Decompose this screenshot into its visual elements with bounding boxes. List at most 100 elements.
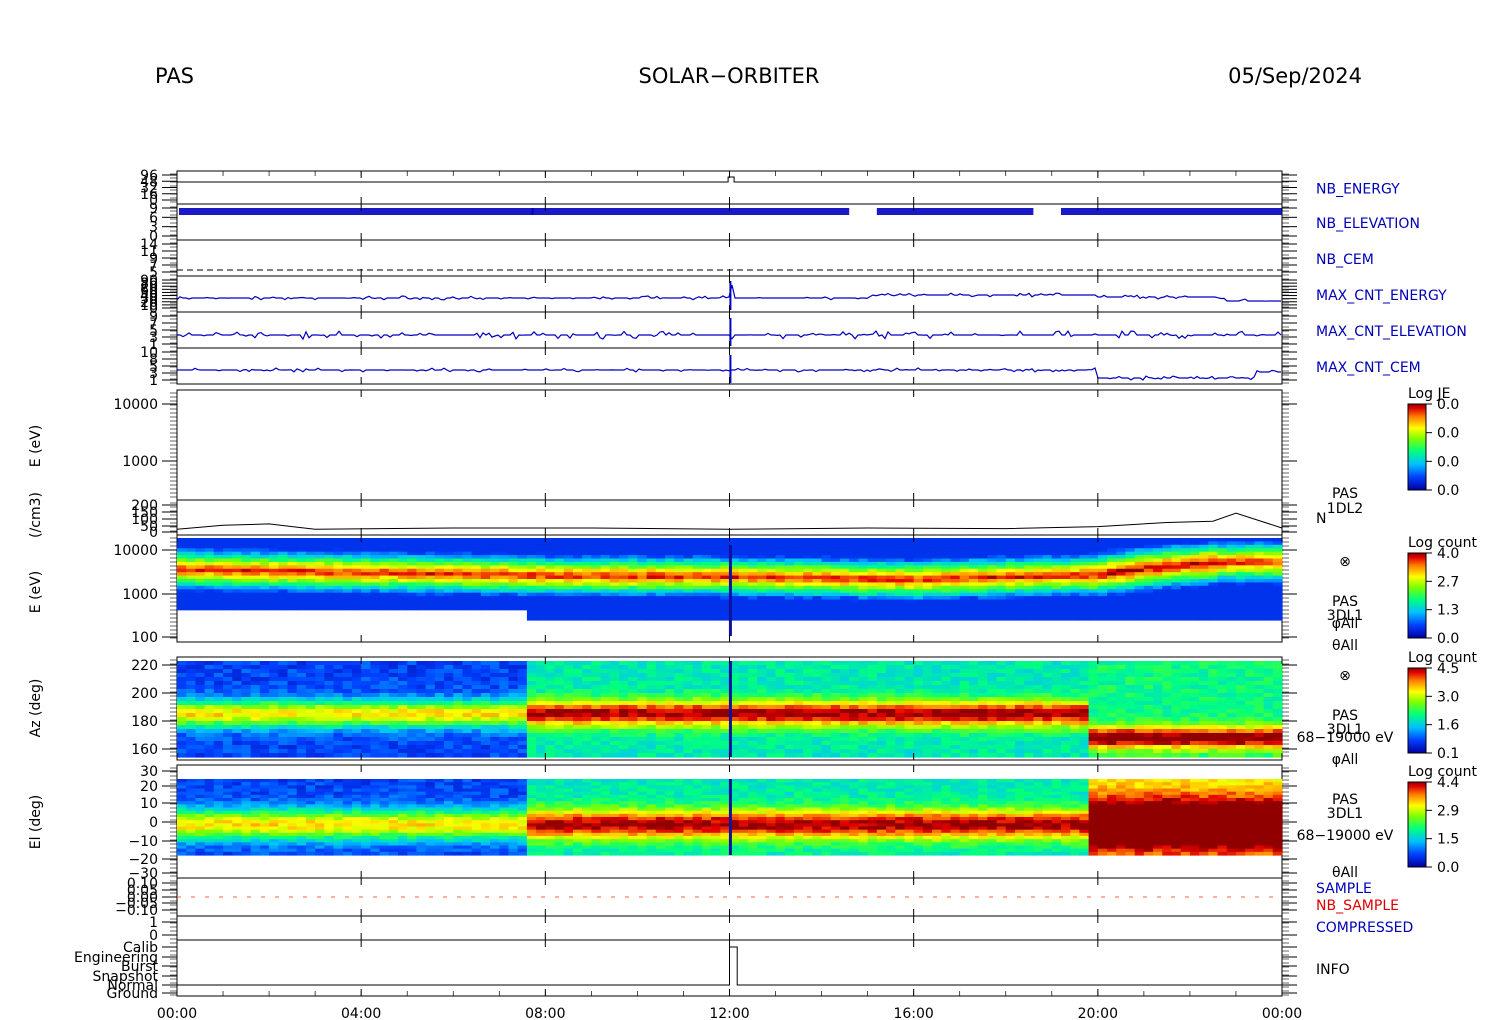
azimuth-cell (683, 709, 694, 714)
azimuth-cell (637, 721, 648, 726)
azimuth-cell (895, 669, 906, 674)
azimuth-cell (453, 689, 464, 694)
e-spectrogram-cell (1143, 568, 1154, 573)
e-spectrogram-cell (1134, 596, 1145, 601)
e-spectrogram-cell (1079, 589, 1090, 594)
e-spectrogram-cell (287, 565, 298, 570)
e-spectrogram-cell (1245, 565, 1255, 570)
azimuth-cell (462, 741, 473, 746)
e-spectrogram-cell (1024, 565, 1034, 570)
azimuth-cell (711, 693, 721, 698)
e-spectrogram-cell (508, 555, 519, 560)
azimuth-cell (793, 753, 804, 758)
e-spectrogram-cell (1042, 585, 1053, 590)
e-spectrogram-cell (480, 596, 491, 601)
e-spectrogram-cell (425, 579, 436, 584)
e-spectrogram-cell (747, 575, 758, 580)
e-spectrogram-cell (858, 544, 869, 549)
e-spectrogram-cell (526, 575, 537, 580)
azimuth-cell (186, 673, 197, 678)
e-spectrogram-cell (213, 575, 224, 580)
azimuth-cell (987, 741, 998, 746)
e-spectrogram-cell (287, 538, 298, 543)
azimuth-cell (711, 745, 721, 750)
azimuth-cell (978, 677, 988, 682)
e-spectrogram-cell (333, 568, 344, 573)
e-spectrogram-cell (1171, 548, 1182, 553)
azimuth-cell (250, 729, 261, 734)
azimuth-cell (232, 661, 243, 666)
e-spectrogram-cell (886, 538, 896, 543)
e-spectrogram-cell (858, 565, 869, 570)
azimuth-cell (563, 677, 574, 682)
azimuth-cell (195, 753, 206, 758)
azimuth-cell (738, 705, 749, 710)
azimuth-cell (351, 709, 362, 714)
azimuth-cell (793, 709, 804, 714)
azimuth-cell (913, 661, 924, 666)
azimuth-cell (876, 673, 887, 678)
e-spectrogram-cell (1061, 538, 1071, 543)
azimuth-cell (563, 701, 574, 706)
azimuth-cell (600, 701, 611, 706)
azimuth-cell (646, 673, 657, 678)
e-spectrogram-cell (499, 579, 510, 584)
e-spectrogram-cell (1005, 544, 1016, 549)
azimuth-cell (471, 725, 482, 730)
e-spectrogram-cell (554, 585, 565, 590)
e-spectrogram-cell (1263, 568, 1274, 573)
azimuth-cell (490, 713, 500, 718)
azimuth-cell (213, 693, 224, 698)
azimuth-cell (342, 693, 353, 698)
azimuth-cell (278, 725, 289, 730)
azimuth-cell (508, 749, 519, 754)
e-spectrogram-cell (425, 538, 436, 543)
azimuth-cell (793, 665, 804, 670)
azimuth-cell (342, 737, 353, 742)
azimuth-cell (665, 725, 675, 730)
azimuth-cell (223, 697, 233, 702)
azimuth-cell (388, 729, 399, 734)
azimuth-cell (462, 713, 473, 718)
azimuth-cell (398, 729, 408, 734)
azimuth-cell (968, 749, 979, 754)
azimuth-cell (444, 733, 454, 738)
azimuth-cell (490, 701, 500, 706)
e-spectrogram-cell (775, 606, 786, 611)
azimuth-cell (361, 709, 371, 714)
e-spectrogram-cell (499, 538, 510, 543)
azimuth-cell (941, 701, 952, 706)
azimuth-cell (204, 673, 215, 678)
e-spectrogram-cell (941, 616, 952, 621)
e-spectrogram-cell (1116, 538, 1127, 543)
e-spectrogram-cell (996, 544, 1007, 549)
azimuth-cell (407, 673, 418, 678)
e-spectrogram-cell (1024, 599, 1034, 604)
e-spectrogram-cell (1051, 585, 1062, 590)
e-spectrogram-cell (1162, 555, 1173, 560)
e-spectrogram-cell (545, 558, 556, 563)
azimuth-cell (1014, 745, 1025, 750)
azimuth-cell (840, 717, 850, 722)
azimuth-cell (490, 725, 500, 730)
azimuth-cell (674, 693, 685, 698)
azimuth-cell (812, 665, 823, 670)
azimuth-cell (968, 689, 979, 694)
azimuth-cell (296, 669, 307, 674)
azimuth-cell (692, 669, 703, 674)
e-spectrogram-cell (361, 555, 371, 560)
azimuth-cell (766, 665, 777, 670)
azimuth-cell (950, 693, 961, 698)
e-spectrogram-cell (480, 565, 491, 570)
e-spectrogram-cell (655, 555, 666, 560)
azimuth-cell (637, 729, 648, 734)
azimuth-cell (324, 717, 335, 722)
e-spectrogram-cell (186, 555, 197, 560)
e-spectrogram-cell (1125, 538, 1136, 543)
e-spectrogram-cell (978, 568, 988, 573)
e-spectrogram-cell (1171, 565, 1182, 570)
e-spectrogram-cell (232, 555, 243, 560)
e-spectrogram-cell (370, 555, 381, 560)
e-spectrogram-cell (1033, 568, 1044, 573)
azimuth-cell (812, 717, 823, 722)
